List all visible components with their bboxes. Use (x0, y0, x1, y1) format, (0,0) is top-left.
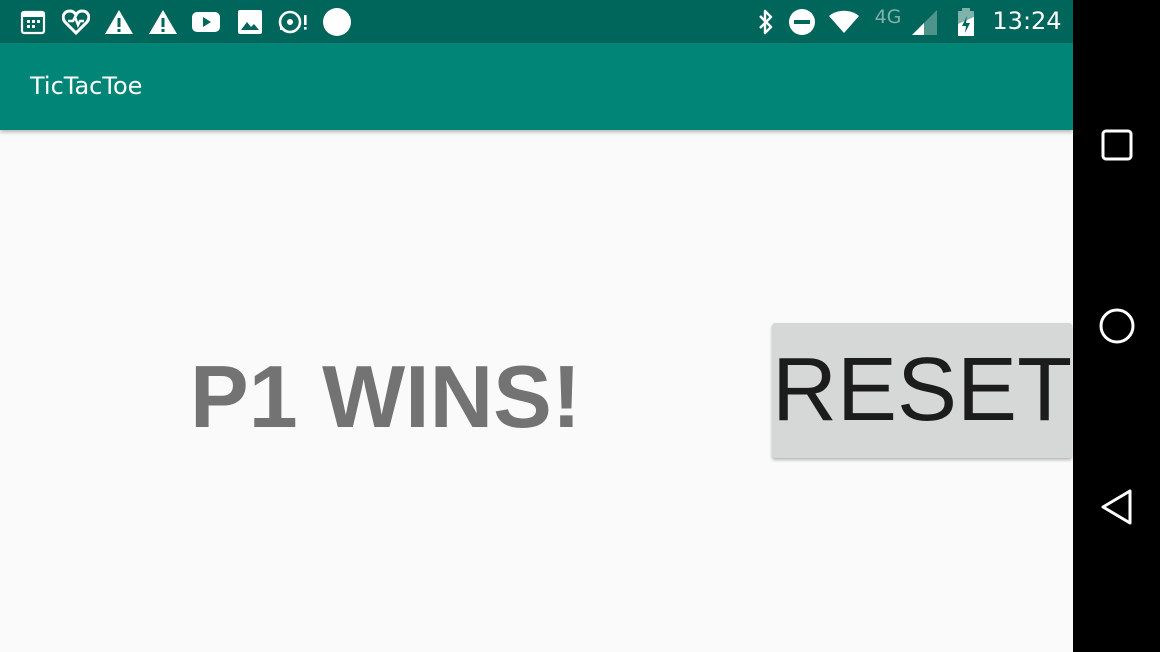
winner-message: P1 WINS! (190, 347, 582, 446)
signal-icon (906, 0, 942, 43)
bluetooth-icon (748, 0, 784, 43)
recents-icon (1100, 128, 1134, 162)
image-icon (232, 0, 268, 43)
back-button[interactable] (1073, 463, 1160, 550)
sync-icon (276, 0, 312, 43)
warning-icon (145, 0, 181, 43)
back-icon (1099, 488, 1135, 526)
reset-button[interactable]: RESET (772, 323, 1072, 458)
app-bar: TicTacToe (0, 43, 1073, 130)
app-screen: 4G 13:24 TicTacToe P1 WINS! RESET (0, 0, 1073, 652)
game-content: P1 WINS! RESET (0, 130, 1073, 652)
network-type-label: 4G (874, 5, 902, 28)
home-icon (1098, 307, 1136, 345)
app-title: TicTacToe (30, 72, 143, 100)
home-button[interactable] (1073, 282, 1160, 369)
warning-icon (101, 0, 137, 43)
battery-icon (948, 0, 984, 43)
calendar-icon (15, 0, 51, 43)
circle-icon (319, 0, 355, 43)
status-bar: 4G 13:24 (0, 0, 1073, 43)
status-time: 13:24 (992, 7, 1062, 35)
recents-button[interactable] (1073, 101, 1160, 188)
do-not-disturb-icon (784, 0, 820, 43)
navigation-bar (1073, 0, 1160, 652)
youtube-icon (188, 0, 224, 43)
health-icon (58, 0, 94, 43)
wifi-icon (826, 0, 862, 43)
